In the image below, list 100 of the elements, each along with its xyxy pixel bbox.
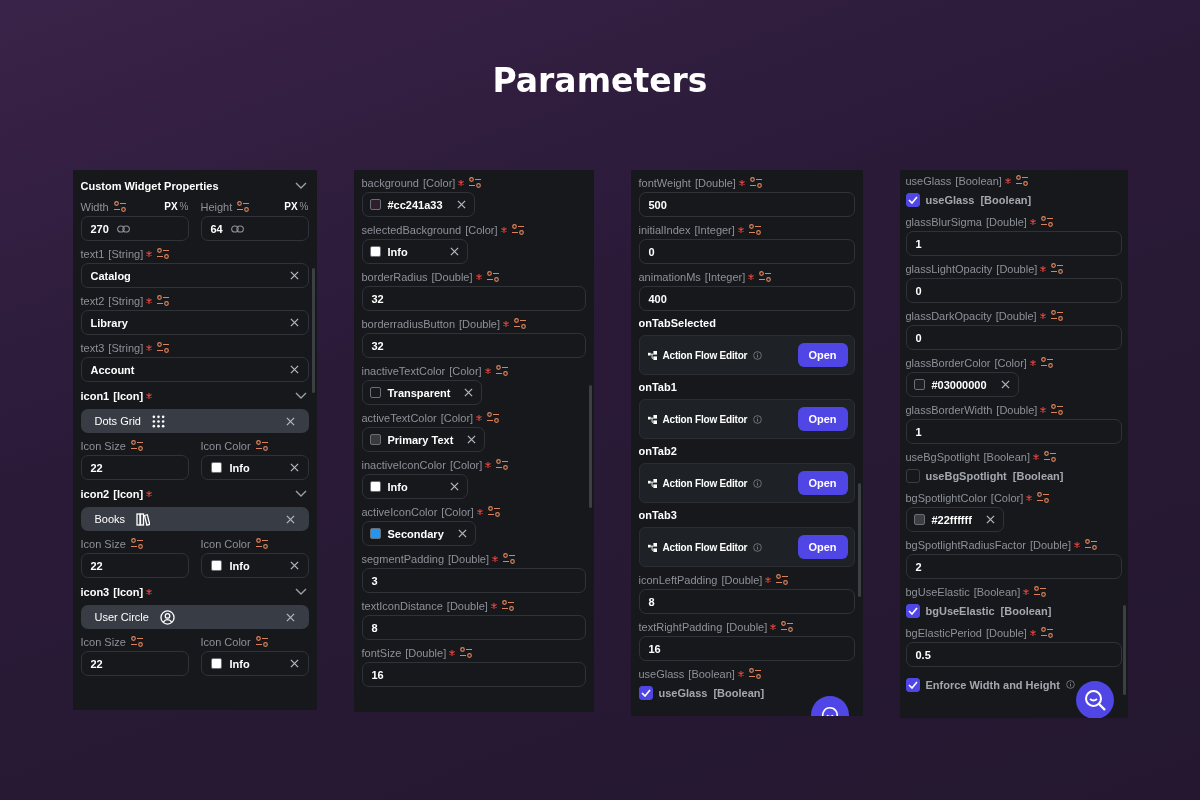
input-field[interactable]: 3 [361,568,586,593]
sliders-icon[interactable] [496,459,509,470]
sliders-icon[interactable] [237,201,250,212]
scrollbar[interactable] [857,483,861,597]
input-field[interactable]: 64 [200,216,309,241]
sliders-icon[interactable] [749,177,762,188]
input-field[interactable]: 500 [638,192,855,217]
sliders-icon[interactable] [255,636,268,647]
sliders-icon[interactable] [130,440,143,451]
clear-icon[interactable] [449,247,459,256]
input-field[interactable]: 0 [905,325,1122,350]
input-field[interactable]: 0.5 [905,642,1122,667]
clear-icon[interactable] [289,561,299,570]
clear-icon[interactable] [289,463,299,472]
sliders-icon[interactable] [487,506,500,517]
color-picker[interactable]: Info [361,239,468,264]
sliders-icon[interactable] [1040,216,1053,227]
sliders-icon[interactable] [1051,263,1064,274]
checkbox[interactable] [905,468,920,483]
clear-icon[interactable] [464,388,474,397]
input-field[interactable]: 32 [361,333,586,358]
color-picker[interactable]: Secondary [361,521,476,546]
info-icon[interactable] [753,478,763,488]
clear-icon[interactable] [457,529,467,538]
unit-toggle[interactable]: PX [164,201,178,212]
sliders-icon[interactable] [255,440,268,451]
chevron-down-icon[interactable] [294,182,307,190]
sliders-icon[interactable] [776,574,789,585]
open-button[interactable]: Open [797,407,848,431]
input-field[interactable]: Library [80,310,309,335]
clear-icon[interactable] [285,514,295,524]
input-field[interactable]: 2 [905,554,1122,579]
chevron-down-icon[interactable] [294,588,307,596]
sliders-icon[interactable] [748,668,761,679]
chevron-down-icon[interactable] [294,490,307,498]
sliders-icon[interactable] [1084,539,1097,550]
scrollbar[interactable] [588,385,592,508]
sliders-icon[interactable] [157,248,170,259]
sliders-icon[interactable] [748,224,761,235]
input-field[interactable]: 8 [638,589,855,614]
sliders-icon[interactable] [781,621,794,632]
info-icon[interactable] [753,542,763,552]
clear-icon[interactable] [449,482,459,491]
sliders-icon[interactable] [1044,451,1056,462]
clear-icon[interactable] [1000,380,1010,389]
link-icon[interactable] [230,224,244,233]
input-field[interactable]: 400 [638,286,855,311]
input-field[interactable]: 22 [80,455,189,480]
info-icon[interactable] [1065,680,1075,689]
sliders-icon[interactable] [1040,627,1053,638]
color-picker[interactable]: Primary Text [361,427,486,452]
sliders-icon[interactable] [487,412,500,423]
scrollbar[interactable] [1122,605,1126,695]
scrollbar[interactable] [311,268,315,393]
unit-toggle[interactable]: % [299,201,309,212]
sliders-icon[interactable] [130,538,143,549]
sliders-icon[interactable] [157,342,170,353]
sliders-icon[interactable] [1050,310,1063,321]
input-field[interactable]: 22 [80,553,189,578]
clear-icon[interactable] [456,200,466,209]
input-field[interactable]: 0 [638,239,855,264]
clear-icon[interactable] [289,659,299,668]
sliders-icon[interactable] [501,600,514,611]
search-button[interactable] [1075,681,1114,718]
input-field[interactable]: Catalog [80,263,309,288]
open-button[interactable]: Open [797,535,848,559]
input-field[interactable]: 22 [80,651,189,676]
sliders-icon[interactable] [113,201,126,212]
sliders-icon[interactable] [1034,586,1047,597]
open-button[interactable]: Open [797,343,848,367]
sliders-icon[interactable] [469,177,482,188]
checkbox[interactable] [905,603,920,618]
color-picker[interactable]: Info [200,553,309,578]
chevron-down-icon[interactable] [294,392,307,400]
color-picker[interactable]: #cc241a33 [361,192,475,217]
input-field[interactable]: 16 [361,662,586,687]
unit-toggle[interactable]: PX [284,201,298,212]
input-field[interactable]: 16 [638,636,855,661]
clear-icon[interactable] [467,435,477,444]
input-field[interactable]: 32 [361,286,586,311]
link-icon[interactable] [116,224,130,233]
clear-icon[interactable] [289,271,299,280]
sliders-icon[interactable] [759,271,772,282]
sliders-icon[interactable] [1051,404,1064,415]
color-picker[interactable]: Transparent [361,380,483,405]
info-icon[interactable] [753,350,763,360]
color-picker[interactable]: #22ffffff [905,507,1004,532]
sliders-icon[interactable] [486,271,499,282]
sliders-icon[interactable] [1040,357,1053,368]
input-field[interactable]: 270 [80,216,189,241]
sliders-icon[interactable] [503,553,516,564]
input-field[interactable]: Account [80,357,309,382]
clear-icon[interactable] [289,318,299,327]
input-field[interactable]: 1 [905,231,1122,256]
open-button[interactable]: Open [797,471,848,495]
info-icon[interactable] [753,414,763,424]
color-picker[interactable]: Info [200,455,309,480]
sliders-icon[interactable] [1037,492,1050,503]
color-picker[interactable]: #03000000 [905,372,1019,397]
clear-icon[interactable] [985,515,995,524]
